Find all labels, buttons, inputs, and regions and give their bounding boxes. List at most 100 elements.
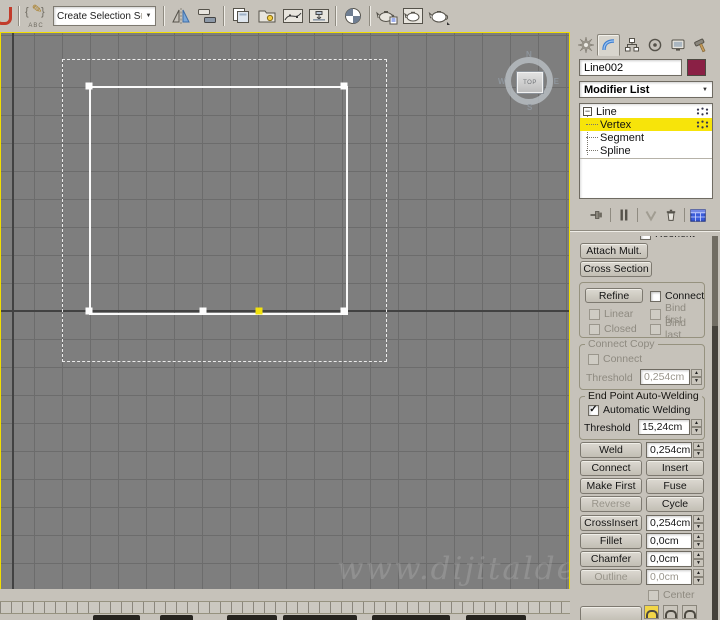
remove-modifier-icon[interactable]	[661, 206, 681, 224]
spinner-arrows[interactable]: ▲ ▼	[693, 442, 704, 458]
cross-section-button[interactable]: Cross Section	[580, 261, 652, 277]
crossinsert-button[interactable]: CrossInsert	[580, 515, 642, 531]
tab-hierarchy[interactable]	[620, 34, 643, 56]
reorient-checkbox[interactable]: Reorient	[640, 236, 695, 240]
weld-value-spinner[interactable]: 0,254cm ▲ ▼	[646, 442, 704, 458]
boolean-intersection-icon[interactable]	[682, 605, 697, 619]
mirror-icon[interactable]	[168, 3, 194, 29]
schematic-view-icon[interactable]	[306, 3, 332, 29]
spinner-up-icon: ▲	[691, 369, 702, 377]
spinner-arrows[interactable]: ▲ ▼	[691, 369, 702, 385]
layer-manager-icon[interactable]	[228, 3, 254, 29]
stack-row-segment[interactable]: Segment	[580, 131, 712, 144]
refine-group: Refine Connect Linear Bind first Closed	[579, 282, 705, 341]
collapse-icon[interactable]: −	[583, 107, 592, 116]
spinner-arrows[interactable]: ▲ ▼	[693, 551, 704, 567]
boolean-button-clipped[interactable]	[580, 606, 642, 620]
dropdown-arrow-icon: ▼	[702, 86, 708, 93]
pin-stack-icon[interactable]	[587, 206, 607, 224]
render-production-icon[interactable]	[426, 3, 452, 29]
viewcube-top-face[interactable]: TOP	[516, 71, 544, 94]
show-end-result-icon[interactable]	[614, 206, 634, 224]
line-spline-shape[interactable]	[89, 86, 348, 315]
tab-create[interactable]	[574, 34, 597, 56]
checkbox-box	[650, 308, 661, 320]
boolean-union-icon[interactable]	[644, 605, 659, 619]
modifier-stack[interactable]: − Line Vertex Segment Spline	[579, 103, 713, 199]
boolean-subtraction-icon[interactable]	[663, 605, 678, 619]
closed-checkbox[interactable]: Closed	[589, 323, 637, 335]
weld-threshold-spinner[interactable]: 15,24cm ▲ ▼	[638, 419, 702, 435]
container-helper-icon[interactable]	[254, 3, 280, 29]
stack-toolbar-separator	[637, 208, 638, 222]
top-viewport[interactable]: N S E W TOP www.dijitalde	[0, 32, 570, 590]
vertex-handle[interactable]	[199, 307, 207, 315]
rendered-frame-window-icon[interactable]	[400, 3, 426, 29]
weld-button[interactable]: Weld	[580, 442, 642, 458]
bind-last-checkbox[interactable]: Bind last	[650, 317, 704, 341]
spinner-down-icon: ▼	[691, 427, 702, 435]
object-color-swatch[interactable]	[687, 59, 706, 76]
fillet-spinner[interactable]: 0,0cm ▲ ▼	[646, 533, 704, 549]
make-first-button[interactable]: Make First	[580, 478, 642, 494]
crossinsert-spinner[interactable]: 0,254cm ▲ ▼	[646, 515, 704, 531]
combo-dropdown-icon[interactable]: ▼	[141, 13, 155, 19]
automatic-welding-checkbox[interactable]: ✓ Automatic Welding	[588, 404, 690, 416]
rollout-scrollbar[interactable]	[712, 236, 718, 620]
material-editor-icon[interactable]	[340, 3, 366, 29]
connect-button[interactable]: Connect	[580, 460, 642, 476]
vertex-handle[interactable]	[340, 82, 348, 90]
main-toolbar: { ✎ } ABC Create Selection Se ▼	[0, 0, 720, 33]
compass-west-label: W	[498, 77, 506, 86]
viewcube[interactable]: N S E W TOP	[498, 50, 559, 112]
track-bar-ruler[interactable]	[0, 601, 570, 614]
make-unique-icon[interactable]	[641, 206, 661, 224]
snap-toggle-icon[interactable]	[0, 7, 12, 25]
tab-display[interactable]	[666, 34, 689, 56]
selected-vertex-handle[interactable]	[255, 307, 263, 315]
spinner-arrows[interactable]: ▲ ▼	[693, 533, 704, 549]
checkbox-box	[648, 589, 659, 601]
configure-modifier-sets-icon[interactable]	[688, 206, 708, 224]
chamfer-spinner[interactable]: 0,0cm ▲ ▼	[646, 551, 704, 567]
checkbox-box	[650, 323, 661, 335]
render-setup-icon[interactable]	[374, 3, 400, 29]
spinner-arrows[interactable]: ▲ ▼	[693, 569, 704, 585]
linear-checkbox[interactable]: Linear	[589, 308, 633, 320]
vertex-handle[interactable]	[85, 82, 93, 90]
fuse-button[interactable]: Fuse	[646, 478, 704, 494]
fillet-button[interactable]: Fillet	[580, 533, 642, 549]
spinner-down-icon: ▼	[693, 523, 704, 531]
refine-button[interactable]: Refine	[585, 288, 643, 303]
named-selection-set-combo[interactable]: Create Selection Se ▼	[53, 6, 156, 26]
modifier-list-dropdown[interactable]: Modifier List ▼	[579, 81, 713, 98]
curve-editor-icon[interactable]	[280, 3, 306, 29]
center-checkbox[interactable]: Center	[648, 589, 695, 601]
insert-button[interactable]: Insert	[646, 460, 704, 476]
stack-row-spline[interactable]: Spline	[580, 144, 712, 157]
cycle-button[interactable]: Cycle	[646, 496, 704, 512]
chamfer-button[interactable]: Chamfer	[580, 551, 642, 567]
connect-checkbox[interactable]: Connect	[650, 290, 704, 302]
tab-motion[interactable]	[643, 34, 666, 56]
attach-mult-button[interactable]: Attach Mult.	[580, 243, 648, 259]
rollout-scrollbar-thumb[interactable]	[712, 236, 718, 326]
stack-row-line[interactable]: − Line	[580, 105, 712, 118]
vertex-handle[interactable]	[340, 307, 348, 315]
align-icon[interactable]	[194, 3, 220, 29]
connect-copy-threshold-spinner[interactable]: 0,254cm ▲ ▼	[640, 369, 702, 385]
spinner-arrows[interactable]: ▲ ▼	[691, 419, 702, 435]
tab-modify[interactable]	[597, 34, 620, 56]
stack-row-vertex[interactable]: Vertex	[580, 118, 712, 131]
object-name-field[interactable]: Line002	[579, 59, 682, 76]
edit-named-selection-sets-icon[interactable]: { ✎ } ABC	[23, 1, 49, 29]
compass-east-label: E	[553, 77, 559, 86]
vertex-handle[interactable]	[85, 307, 93, 315]
tab-utilities[interactable]	[689, 34, 712, 56]
connect-copy-checkbox[interactable]: Connect	[588, 353, 642, 365]
outline-button[interactable]: Outline	[580, 569, 642, 585]
spinner-arrows[interactable]: ▲ ▼	[693, 515, 704, 531]
outline-spinner[interactable]: 0,0cm ▲ ▼	[646, 569, 704, 585]
reverse-button[interactable]: Reverse	[580, 496, 642, 512]
checkbox-box	[640, 236, 651, 240]
